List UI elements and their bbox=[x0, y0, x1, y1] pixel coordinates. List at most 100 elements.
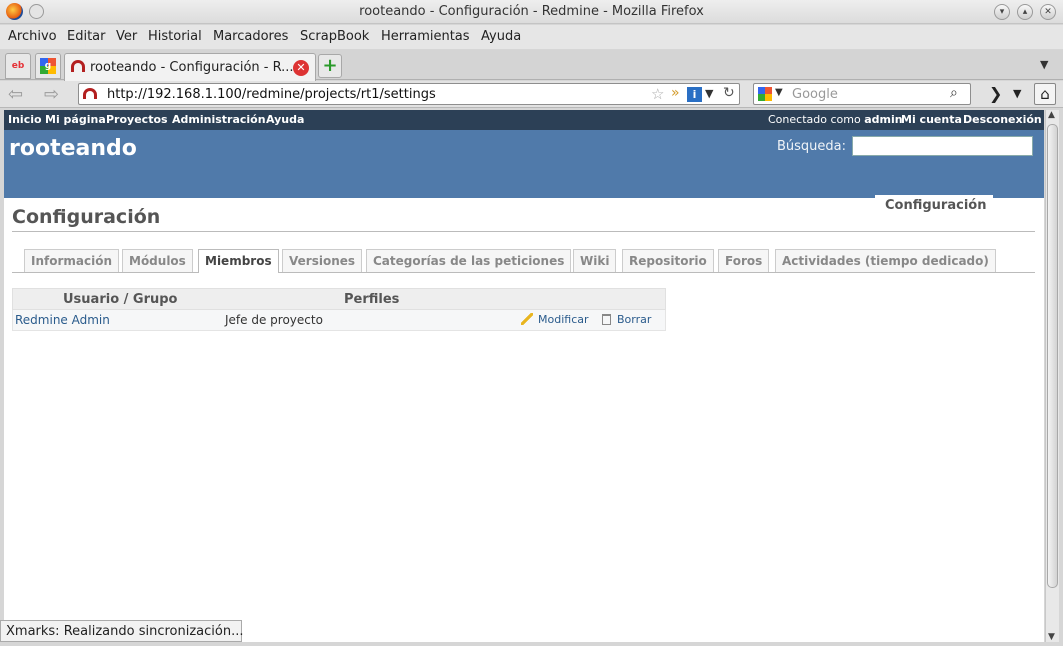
home-icon[interactable]: ⌂ bbox=[1034, 83, 1056, 105]
project-header: rooteando Búsqueda: Vistazo Actividad Pe… bbox=[4, 130, 1044, 218]
window-minimize-icon[interactable]: ▾ bbox=[994, 4, 1010, 20]
column-header-usuario: Usuario / Grupo bbox=[63, 292, 178, 307]
reload-icon[interactable]: ↻ bbox=[723, 85, 735, 101]
scroll-up-icon[interactable]: ▲ bbox=[1048, 110, 1055, 120]
redmine-top-menu: Inicio Mi página Proyectos Administració… bbox=[4, 110, 1044, 130]
back-arrow-icon[interactable]: ⇦ bbox=[8, 84, 23, 105]
members-table-header: Usuario / Grupo Perfiles bbox=[12, 288, 666, 310]
google-icon: g bbox=[40, 58, 56, 74]
url-bar[interactable]: http://192.168.1.100/redmine/projects/rt… bbox=[78, 83, 740, 105]
site-identity-icon[interactable] bbox=[83, 88, 97, 99]
bookmark-star-icon[interactable]: ☆ bbox=[651, 85, 664, 103]
top-menu-desconexion[interactable]: Desconexión bbox=[963, 113, 1042, 126]
window-title-bar: rooteando - Configuración - Redmine - Mo… bbox=[0, 0, 1063, 24]
top-menu-inicio[interactable]: Inicio bbox=[8, 113, 42, 126]
logged-as-user[interactable]: admin bbox=[864, 113, 902, 126]
page-title: Configuración bbox=[12, 206, 161, 228]
tab-list-chevron-icon[interactable]: ▼ bbox=[1040, 58, 1048, 71]
settings-tab-actividades[interactable]: Actividades (tiempo dedicado) bbox=[775, 249, 996, 272]
table-row: Redmine Admin Jefe de proyecto Modificar… bbox=[12, 310, 666, 331]
search-engine-chevron-icon[interactable]: ▼ bbox=[775, 87, 783, 98]
menu-herramientas[interactable]: Herramientas bbox=[381, 29, 470, 44]
navigation-toolbar: ⇦ ⇨ http://192.168.1.100/redmine/project… bbox=[0, 81, 1063, 108]
settings-tab-repositorio[interactable]: Repositorio bbox=[622, 249, 714, 272]
tab-strip: eb g rooteando - Configuración - R... ✕ … bbox=[0, 50, 1063, 81]
top-menu-mi-cuenta[interactable]: Mi cuenta bbox=[901, 113, 962, 126]
top-menu-mi-pagina[interactable]: Mi página bbox=[45, 113, 106, 126]
main-menu-gantt[interactable]: Gantt bbox=[402, 198, 443, 213]
project-title[interactable]: rooteando bbox=[9, 136, 137, 161]
settings-tab-versiones[interactable]: Versiones bbox=[282, 249, 363, 272]
page-viewport: Inicio Mi página Proyectos Administració… bbox=[4, 110, 1044, 642]
main-menu-nueva-peticion[interactable]: Nueva petición bbox=[275, 198, 385, 213]
members-table: Usuario / Grupo Perfiles Redmine Admin J… bbox=[12, 288, 666, 331]
status-bar: Xmarks: Realizando sincronización... bbox=[0, 620, 243, 642]
settings-tabs-divider bbox=[12, 272, 1035, 273]
search-engine-google-icon[interactable] bbox=[758, 87, 772, 101]
menu-historial[interactable]: Historial bbox=[148, 29, 202, 44]
app-tab-ebay[interactable]: eb bbox=[5, 53, 31, 79]
top-menu-ayuda[interactable]: Ayuda bbox=[266, 113, 304, 126]
window-close-icon[interactable]: ✕ bbox=[1040, 4, 1056, 20]
member-user-link[interactable]: Redmine Admin bbox=[15, 313, 110, 327]
main-menu-documentos[interactable]: Documentos bbox=[642, 198, 733, 213]
window-title: rooteando - Configuración - Redmine - Mo… bbox=[359, 4, 704, 19]
pencil-icon bbox=[521, 313, 533, 325]
top-menu-proyectos[interactable]: Proyectos bbox=[106, 113, 168, 126]
main-menu-wiki[interactable]: Wiki bbox=[752, 198, 784, 213]
project-search-input[interactable] bbox=[852, 136, 1033, 156]
url-dropdown-chevron-icon[interactable]: ▼ bbox=[705, 87, 713, 100]
info-icon[interactable]: i bbox=[687, 87, 702, 102]
settings-tab-categorias[interactable]: Categorías de las peticiones bbox=[366, 249, 572, 272]
menu-editar[interactable]: Editar bbox=[67, 29, 106, 44]
title-divider bbox=[12, 231, 1035, 232]
column-header-perfiles: Perfiles bbox=[344, 292, 400, 307]
edit-member-button[interactable]: Modificar bbox=[521, 313, 589, 326]
logged-as: Conectado como admin bbox=[768, 113, 903, 126]
member-role: Jefe de proyecto bbox=[225, 313, 323, 327]
scrollbar-thumb[interactable] bbox=[1047, 124, 1058, 588]
main-menu-calendario[interactable]: Calendario bbox=[464, 198, 543, 213]
feed-icon[interactable]: » bbox=[671, 85, 680, 101]
search-label: Búsqueda: bbox=[777, 139, 847, 154]
redmine-favicon-icon bbox=[71, 60, 85, 72]
toolbar-overflow-icon[interactable]: ❯ bbox=[989, 84, 1002, 103]
search-input[interactable]: Google bbox=[792, 87, 838, 102]
browser-tab-active[interactable]: rooteando - Configuración - R... ✕ bbox=[64, 53, 316, 81]
ebay-icon: eb bbox=[11, 61, 25, 71]
tab-close-icon[interactable]: ✕ bbox=[293, 60, 309, 76]
menu-archivo[interactable]: Archivo bbox=[8, 29, 57, 44]
settings-tab-modulos[interactable]: Módulos bbox=[122, 249, 193, 272]
window-maximize-icon[interactable]: ▴ bbox=[1017, 4, 1033, 20]
settings-tab-miembros[interactable]: Miembros bbox=[198, 249, 279, 273]
delete-member-label: Borrar bbox=[617, 313, 652, 326]
browser-tab-label: rooteando - Configuración - R... bbox=[90, 60, 294, 75]
main-menu-noticias[interactable]: Noticias bbox=[563, 198, 622, 213]
settings-tab-foros[interactable]: Foros bbox=[718, 249, 770, 272]
main-menu-configuracion-label: Configuración bbox=[885, 198, 987, 213]
edit-member-label: Modificar bbox=[538, 313, 589, 326]
url-input[interactable]: http://192.168.1.100/redmine/projects/rt… bbox=[107, 87, 436, 102]
forward-arrow-icon[interactable]: ⇨ bbox=[44, 84, 59, 105]
logged-as-label: Conectado como bbox=[768, 113, 861, 126]
binoculars-icon[interactable]: ⌕ bbox=[950, 85, 958, 101]
top-menu-administracion[interactable]: Administración bbox=[172, 113, 266, 126]
vertical-scrollbar[interactable]: ▲ ▼ bbox=[1045, 110, 1059, 642]
new-tab-button[interactable]: + bbox=[318, 54, 342, 78]
scroll-down-icon[interactable]: ▼ bbox=[1048, 632, 1055, 642]
search-bar[interactable]: ▼ Google ⌕ bbox=[753, 83, 971, 105]
main-menu-configuracion[interactable]: Configuración bbox=[875, 195, 993, 218]
menu-ayuda[interactable]: Ayuda bbox=[481, 29, 521, 44]
trash-icon bbox=[602, 314, 611, 325]
settings-tab-wiki[interactable]: Wiki bbox=[573, 249, 617, 272]
menu-marcadores[interactable]: Marcadores bbox=[213, 29, 288, 44]
main-menu-peticiones[interactable]: Peticiones bbox=[179, 198, 255, 213]
delete-member-button[interactable]: Borrar bbox=[602, 313, 651, 326]
settings-tab-informacion[interactable]: Información bbox=[24, 249, 120, 272]
app-tab-google[interactable]: g bbox=[35, 53, 61, 79]
toolbar-chevron-icon[interactable]: ▼ bbox=[1013, 87, 1021, 100]
main-menu-archivos[interactable]: Archivos bbox=[804, 198, 867, 213]
menu-scrapbook[interactable]: ScrapBook bbox=[300, 29, 369, 44]
menu-bar: Archivo Editar Ver Historial Marcadores … bbox=[0, 25, 1063, 49]
menu-ver[interactable]: Ver bbox=[116, 29, 137, 44]
